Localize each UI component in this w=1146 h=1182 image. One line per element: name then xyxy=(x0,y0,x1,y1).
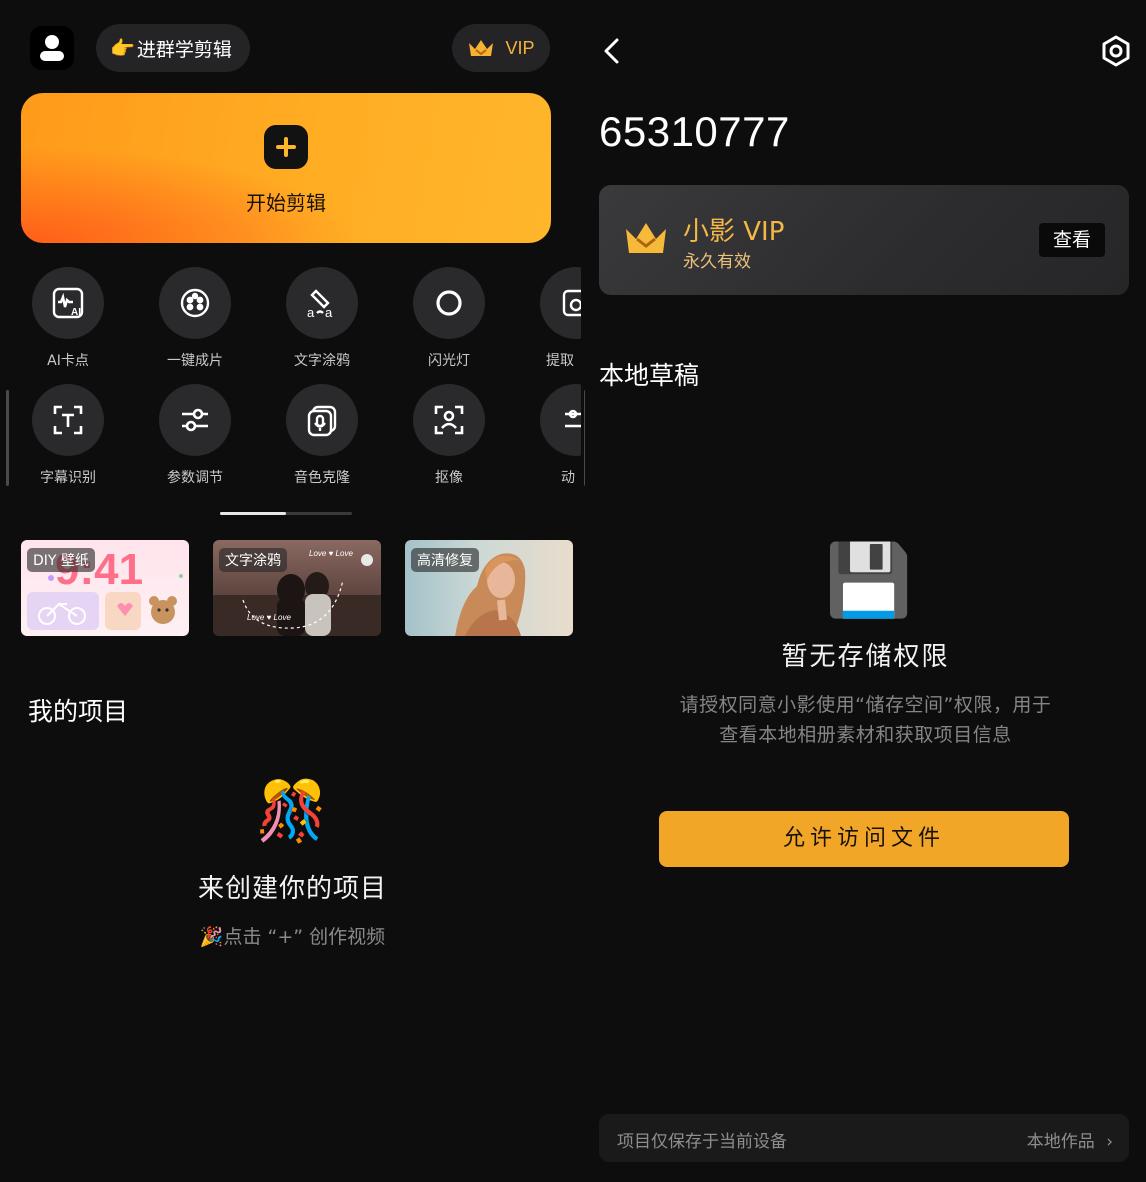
back-chevron-icon[interactable] xyxy=(597,36,627,66)
vip-label: VIP xyxy=(505,37,535,58)
join-group-label: 进群学剪辑 xyxy=(136,38,232,61)
motion-icon xyxy=(540,384,581,456)
tool-label: 提取 xyxy=(546,353,574,369)
settings-gear-icon[interactable] xyxy=(1099,34,1133,68)
sliders-icon xyxy=(159,384,231,456)
pointing-hand-icon: 👉 xyxy=(110,36,135,60)
tool-label: 一键成片 xyxy=(167,353,223,369)
promo-diy-wallpaper[interactable]: 9:41 DIY 壁纸 xyxy=(21,540,189,636)
tool-cutout[interactable]: 抠像 xyxy=(394,384,504,487)
tool-parameter-adjust[interactable]: 参数调节 xyxy=(140,384,250,487)
svg-text:a: a xyxy=(325,305,333,320)
tool-one-click-video[interactable]: 一键成片 xyxy=(140,267,250,370)
allow-file-access-button[interactable]: 允许访问文件 xyxy=(659,811,1069,867)
tool-label: 文字涂鸦 xyxy=(294,353,350,369)
voice-clone-icon xyxy=(286,384,358,456)
tool-label: 字幕识别 xyxy=(40,470,96,486)
extract-icon xyxy=(540,267,581,339)
plus-icon xyxy=(264,125,308,169)
my-projects-title: 我的项目 xyxy=(28,697,129,726)
promo-tag: DIY 壁纸 xyxy=(27,548,95,572)
user-id: 65310777 xyxy=(599,108,790,155)
no-permission-title: 暂无存储权限 xyxy=(781,642,950,672)
svg-text:AI: AI xyxy=(71,307,81,318)
tool-ai-beat[interactable]: AI AI卡点 xyxy=(13,267,123,370)
view-vip-button[interactable]: 查看 xyxy=(1039,223,1105,257)
tool-label: 参数调节 xyxy=(167,470,223,486)
tool-extract[interactable]: 提取 xyxy=(521,267,581,370)
footer-note: 项目仅保存于当前设备 xyxy=(617,1132,787,1152)
permission-desc-line2: 查看本地相册素材和获取项目信息 xyxy=(719,724,1012,746)
tool-text-doodle[interactable]: a a 文字涂鸦 xyxy=(267,267,377,370)
party-popper-icon: 🎉 xyxy=(199,926,224,948)
start-editing-card[interactable]: 开始剪辑 xyxy=(21,93,551,243)
user-icon xyxy=(40,35,64,61)
promo-text-doodle[interactable]: Love ♥ Love Love ♥ Love 文字涂鸦 xyxy=(213,540,381,636)
subtitle-scan-icon xyxy=(32,384,104,456)
tool-flash[interactable]: 闪光灯 xyxy=(394,267,504,370)
local-storage-footer[interactable]: 项目仅保存于当前设备 本地作品 › xyxy=(599,1114,1129,1162)
crown-icon xyxy=(469,40,494,56)
floppy-disk-icon: 💾 xyxy=(825,539,913,621)
tool-voice-clone[interactable]: 音色克隆 xyxy=(267,384,377,487)
empty-projects-hint: 🎉点击 “+” 创作视频 xyxy=(0,922,585,949)
tool-label: 抠像 xyxy=(435,470,463,486)
vip-name: 小影 VIP xyxy=(683,217,785,247)
text-doodle-icon: a a xyxy=(286,267,358,339)
vip-crown-icon xyxy=(626,223,666,253)
portrait-cutout-icon xyxy=(413,384,485,456)
empty-projects-title: 来创建你的项目 xyxy=(197,874,387,904)
tool-motion[interactable]: 动 xyxy=(521,384,581,487)
vip-card[interactable]: 小影 VIP 永久有效 查看 xyxy=(599,185,1129,295)
promo-tag: 文字涂鸦 xyxy=(219,548,287,572)
svg-text:Love ♥ Love: Love ♥ Love xyxy=(247,613,291,622)
profile-button[interactable] xyxy=(30,26,74,70)
join-group-button[interactable]: 👉 进群学剪辑 xyxy=(96,24,250,72)
flash-ring-icon xyxy=(413,267,485,339)
tool-label: 音色克隆 xyxy=(294,470,350,486)
svg-text:a: a xyxy=(307,305,315,320)
confetti-icon: 🎊 xyxy=(255,777,329,845)
scroll-edge-indicator xyxy=(6,390,9,486)
local-drafts-title: 本地草稿 xyxy=(599,361,700,390)
tool-label: AI卡点 xyxy=(47,353,89,369)
tools-page-indicator xyxy=(220,512,352,515)
empty-projects-hint-text: 点击 “+” 创作视频 xyxy=(223,926,386,948)
profile-panel: 65310777 小影 VIP 永久有效 查看 本地草稿 💾 暂无存储权限 请授… xyxy=(585,0,1146,1182)
vip-validity: 永久有效 xyxy=(683,252,751,272)
local-works-link[interactable]: 本地作品 › xyxy=(1027,1127,1113,1152)
chevron-right-icon: › xyxy=(1106,1132,1113,1152)
home-panel: 👉 进群学剪辑 VIP 开始剪辑 AI AI卡点 一键成片 a a 文字涂鸦 闪… xyxy=(0,0,587,1182)
tool-label: 闪光灯 xyxy=(428,353,470,369)
local-works-label: 本地作品 xyxy=(1026,1132,1095,1152)
promo-tag: 高清修复 xyxy=(411,548,479,572)
tool-subtitle-recognition[interactable]: 字幕识别 xyxy=(13,384,123,487)
permission-desc-line1: 请授权同意小影使用“储存空间”权限，用于 xyxy=(679,694,1052,716)
svg-text:Love ♥ Love: Love ♥ Love xyxy=(309,549,353,558)
start-editing-label: 开始剪辑 xyxy=(246,191,326,215)
vip-button[interactable]: VIP xyxy=(452,24,550,72)
tool-label: 动 xyxy=(561,470,575,486)
promo-hd-restore[interactable]: 高清修复 xyxy=(405,540,573,636)
film-reel-icon xyxy=(159,267,231,339)
ai-waveform-icon: AI xyxy=(32,267,104,339)
